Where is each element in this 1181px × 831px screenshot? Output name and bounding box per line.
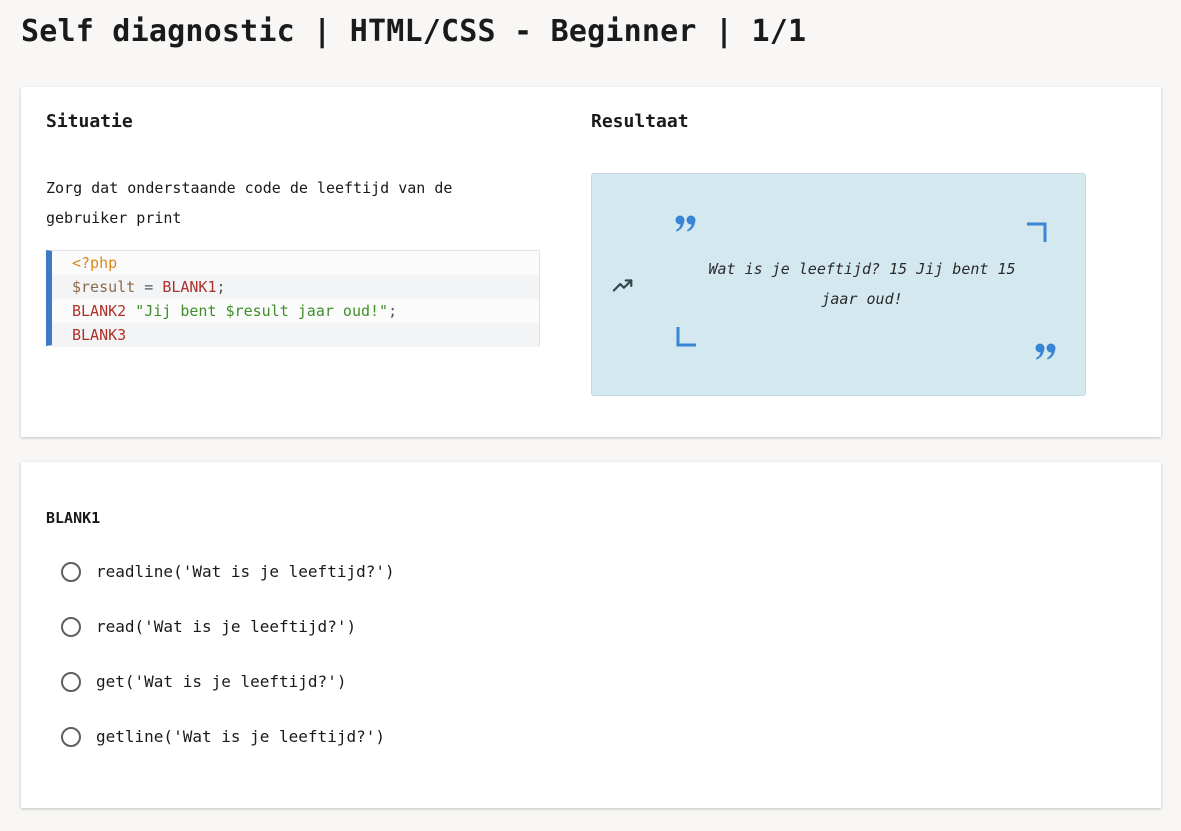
code-line: BLANK3 bbox=[52, 323, 539, 347]
answer-options: readline('Wat is je leeftijd?') read('Wa… bbox=[61, 560, 395, 780]
situatie-heading: Situatie bbox=[46, 111, 133, 132]
code-line: <?php bbox=[52, 251, 539, 275]
result-box: Wat is je leeftijd? 15 Jij bent 15 jaar … bbox=[591, 173, 1086, 396]
radio-button[interactable] bbox=[61, 562, 81, 582]
code-blank: BLANK2 bbox=[72, 302, 127, 320]
answer-option-label: read('Wat is je leeftijd?') bbox=[96, 617, 357, 636]
code-blank: BLANK1 bbox=[162, 278, 217, 296]
answer-option-label: get('Wat is je leeftijd?') bbox=[96, 672, 347, 691]
page-title: Self diagnostic | HTML/CSS - Beginner | … bbox=[21, 14, 807, 49]
instruction-text: Zorg dat onderstaande code de leeftijd v… bbox=[46, 179, 453, 227]
corner-top-right-icon bbox=[1027, 222, 1047, 242]
code-blank: BLANK3 bbox=[72, 326, 127, 344]
trending-up-icon bbox=[612, 279, 633, 292]
answer-option-label: readline('Wat is je leeftijd?') bbox=[96, 562, 395, 581]
code-line: $result = BLANK1; bbox=[52, 275, 539, 299]
code-string: "Jij bent $result jaar oud!" bbox=[135, 302, 389, 320]
quote-close-icon bbox=[1035, 343, 1056, 360]
code-semicolon: ; bbox=[388, 302, 398, 320]
code-semicolon: ; bbox=[216, 278, 226, 296]
result-output-text: Wat is je leeftijd? 15 Jij bent 15 jaar … bbox=[708, 260, 1016, 308]
code-variable: $result bbox=[72, 278, 136, 296]
corner-bottom-left-icon bbox=[676, 327, 696, 347]
code-operator: = bbox=[135, 278, 163, 296]
blank-label: BLANK1 bbox=[46, 509, 101, 527]
quote-open-icon bbox=[675, 215, 696, 232]
answer-option[interactable]: get('Wat is je leeftijd?') bbox=[61, 670, 395, 725]
code-php-tag: <?php bbox=[72, 254, 118, 272]
radio-button[interactable] bbox=[61, 727, 81, 747]
radio-button[interactable] bbox=[61, 617, 81, 637]
code-line: BLANK2 "Jij bent $result jaar oud!"; bbox=[52, 299, 539, 323]
answer-option[interactable]: read('Wat is je leeftijd?') bbox=[61, 615, 395, 670]
question-card: BLANK1 readline('Wat is je leeftijd?') r… bbox=[21, 462, 1161, 808]
situation-card: Situatie Zorg dat onderstaande code de l… bbox=[21, 87, 1161, 437]
answer-option-label: getline('Wat is je leeftijd?') bbox=[96, 727, 385, 746]
radio-button[interactable] bbox=[61, 672, 81, 692]
resultaat-heading: Resultaat bbox=[591, 111, 689, 132]
code-block: <?php $result = BLANK1; BLANK2 "Jij bent… bbox=[46, 250, 540, 347]
answer-option[interactable]: readline('Wat is je leeftijd?') bbox=[61, 560, 395, 615]
answer-option[interactable]: getline('Wat is je leeftijd?') bbox=[61, 725, 395, 780]
